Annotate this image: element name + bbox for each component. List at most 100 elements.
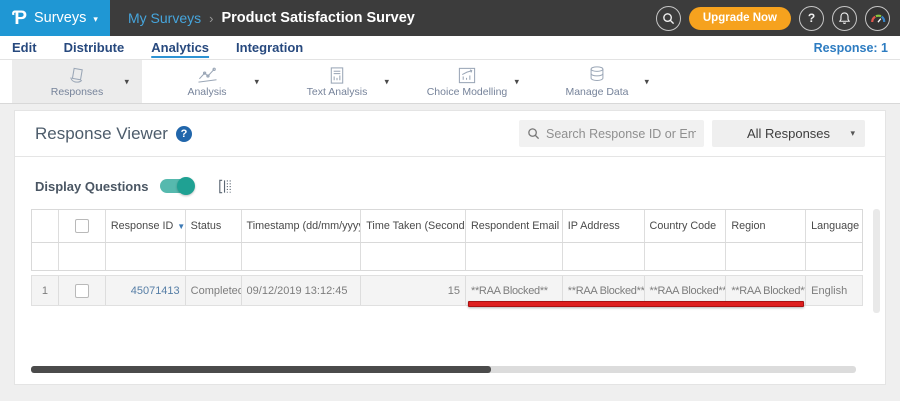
help-button[interactable]: ? (799, 5, 824, 31)
ribbon-item-manage-data[interactable]: Manage Data ▾ (532, 60, 662, 103)
header-status: Status (186, 210, 242, 242)
survey-nav: Edit Distribute Analytics Integration Re… (0, 36, 900, 60)
response-search-input[interactable] (546, 126, 696, 141)
ribbon-label: Analysis (187, 85, 227, 98)
breadcrumb-my-surveys[interactable]: My Surveys (128, 10, 201, 26)
viewer-controls: Display Questions (15, 157, 885, 195)
chevron-down-icon: ▾ (93, 13, 98, 24)
response-filter-dropdown[interactable]: All Responses ▾ (712, 120, 865, 147)
header-respondent-email: Respondent Email (466, 210, 563, 242)
chevron-down-icon[interactable]: ▾ (644, 76, 649, 87)
filter-cell[interactable] (242, 243, 362, 270)
account-avatar[interactable] (865, 5, 890, 31)
text-analysis-icon (326, 66, 348, 85)
search-icon (663, 12, 674, 24)
filter-cell[interactable] (466, 243, 563, 270)
header-language: Language (811, 220, 860, 232)
table-header-row: Response ID ▼ Status Timestamp (dd/mm/yy… (31, 209, 863, 243)
horizontal-scrollbar-track[interactable] (31, 366, 856, 373)
manage-data-icon (585, 65, 609, 85)
toggle-knob (177, 177, 196, 195)
upgrade-now-button[interactable]: Upgrade Now (688, 6, 791, 30)
tab-distribute[interactable]: Distribute (64, 40, 125, 55)
header-time-taken[interactable]: Time Taken (Seconds) ⇅ (361, 210, 466, 242)
response-count: Response: 1 (813, 40, 888, 55)
viewer-help-button[interactable]: ? (175, 125, 192, 142)
vertical-scrollbar[interactable] (873, 209, 880, 313)
display-questions-label: Display Questions (35, 178, 149, 194)
filter-cell (32, 243, 59, 270)
filter-cell[interactable] (806, 243, 862, 270)
filter-cell[interactable] (645, 243, 727, 270)
header-region: Region (726, 210, 807, 242)
header-response-id[interactable]: Response ID ▼ (106, 210, 186, 242)
questionpro-logo-icon: Ƥ (12, 7, 27, 29)
sort-desc-icon[interactable]: ▼ (177, 222, 184, 231)
viewer-header: Response Viewer ? All Responses ▾ (15, 111, 885, 157)
table-filter-row (31, 243, 863, 271)
header-timestamp[interactable]: Timestamp (dd/mm/yyyy) ⇅ (242, 210, 362, 242)
question-mark-icon: ? (180, 127, 188, 140)
tab-edit[interactable]: Edit (12, 40, 37, 55)
analytics-ribbon: Responses ▾ Analysis ▾ Text Analysis ▾ C… (0, 60, 900, 104)
row-checkbox-cell (59, 276, 106, 305)
chevron-down-icon[interactable]: ▾ (254, 76, 259, 87)
breadcrumb: My Surveys › Product Satisfaction Survey (128, 10, 656, 26)
chevron-down-icon[interactable]: ▾ (124, 76, 129, 87)
select-all-checkbox[interactable] (74, 219, 89, 233)
freeze-columns-button[interactable] (216, 178, 234, 195)
ribbon-label: Manage Data (565, 86, 629, 98)
cell-timestamp: 09/12/2019 13:12:45 (242, 276, 362, 305)
ribbon-item-text-analysis[interactable]: Text Analysis ▾ (272, 60, 402, 103)
ribbon-item-choice-modelling[interactable]: Choice Modelling ▾ (402, 60, 532, 103)
app-menu-surveys[interactable]: Ƥ Surveys ▾ (0, 0, 110, 36)
gauge-avatar-icon (870, 14, 885, 23)
notifications-button[interactable] (832, 5, 857, 31)
cell-time-taken: 15 (361, 276, 466, 305)
search-icon (528, 128, 540, 140)
tab-integration[interactable]: Integration (236, 40, 303, 55)
horizontal-scrollbar-thumb[interactable] (31, 366, 491, 373)
response-search-box[interactable] (519, 120, 704, 147)
ribbon-item-analysis[interactable]: Analysis ▾ (142, 60, 272, 103)
filter-cell[interactable] (186, 243, 242, 270)
topbar-actions: Upgrade Now ? (655, 5, 890, 31)
choice-modelling-icon (455, 66, 479, 85)
tab-analytics[interactable]: Analytics (151, 40, 209, 55)
row-number: 1 (32, 276, 59, 305)
responses-table: Response ID ▼ Status Timestamp (dd/mm/yy… (31, 209, 863, 307)
filter-cell[interactable] (726, 243, 807, 270)
topbar: Ƥ Surveys ▾ My Surveys › Product Satisfa… (0, 0, 900, 36)
annotation-highlight (468, 301, 804, 307)
cell-language: English (811, 284, 848, 297)
bell-icon (838, 12, 851, 24)
header-country-code: Country Code (645, 210, 727, 242)
response-filter-value: All Responses (746, 126, 831, 141)
analysis-icon (194, 66, 220, 85)
header-ip-address: IP Address (563, 210, 645, 242)
breadcrumb-separator-icon: › (209, 10, 214, 26)
search-button[interactable] (655, 5, 681, 31)
ribbon-item-responses[interactable]: Responses ▾ (12, 60, 142, 103)
chevron-down-icon[interactable]: ▾ (384, 76, 389, 87)
freeze-columns-icon (219, 179, 232, 193)
ribbon-label: Choice Modelling (426, 85, 508, 98)
filter-cell[interactable] (106, 243, 186, 270)
question-mark-icon: ? (807, 11, 816, 25)
display-questions-toggle[interactable] (160, 177, 196, 195)
ribbon-label: Responses (50, 85, 104, 98)
header-checkbox-cell (59, 210, 106, 242)
row-checkbox[interactable] (74, 283, 89, 298)
ribbon-label: Text Analysis (306, 85, 368, 98)
response-viewer-card: Response Viewer ? All Responses ▾ Displa… (14, 110, 886, 385)
responses-icon (64, 66, 90, 85)
header-row-number (32, 210, 59, 242)
chevron-down-icon[interactable]: ▾ (514, 76, 519, 87)
filter-cell (59, 243, 106, 270)
page-title: Response Viewer (35, 123, 168, 143)
filter-cell[interactable] (361, 243, 466, 270)
filter-cell[interactable] (563, 243, 645, 270)
chevron-down-icon: ▾ (850, 128, 855, 138)
response-id-link[interactable]: 45071413 (111, 285, 180, 297)
app-menu-label: Surveys (33, 10, 87, 26)
